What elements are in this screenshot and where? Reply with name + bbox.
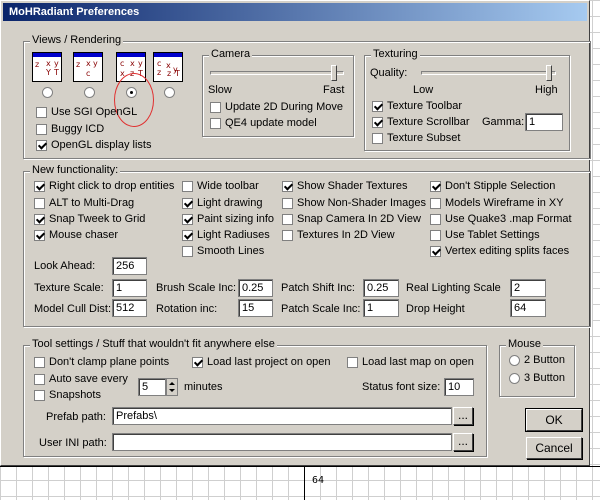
patch-scale-input[interactable]: 1	[363, 299, 399, 317]
spin-down-icon[interactable]	[169, 389, 175, 392]
quality-high-label: High	[535, 84, 558, 96]
grid-coordinate-label: 64	[312, 475, 325, 486]
model-cull-dist-input[interactable]: 512	[112, 299, 147, 317]
texture-subset-checkbox[interactable]: Texture Subset	[372, 132, 460, 144]
load-last-map-checkbox[interactable]: Load last map on open	[347, 356, 474, 368]
mouse-2-button-radio[interactable]: 2 Button	[509, 354, 565, 366]
autosave-minutes-spinner[interactable]	[166, 378, 178, 396]
patch-shift-label: Patch Shift Inc:	[281, 282, 355, 294]
view-layout-1-icon[interactable]: zxyYT	[32, 52, 62, 82]
show-non-shader-images-checkbox[interactable]: Show Non-Shader Images	[282, 197, 426, 209]
vertex-editing-splits-faces-checkbox[interactable]: Vertex editing splits faces	[430, 245, 569, 257]
camera-slow-label: Slow	[208, 84, 232, 96]
texture-quality-slider[interactable]	[546, 65, 552, 81]
dont-clamp-plane-points-checkbox[interactable]: Don't clamp plane points	[34, 356, 169, 368]
brush-scale-input[interactable]: 0.25	[238, 279, 273, 297]
gamma-label: Gamma:	[482, 116, 525, 128]
mouse-legend: Mouse	[506, 338, 544, 350]
window-title[interactable]: MoHRadiant Preferences	[3, 3, 587, 21]
opengl-display-lists-checkbox[interactable]: OpenGL display lists	[36, 139, 151, 151]
view-layout-2-icon[interactable]: zxyc	[73, 52, 103, 82]
mouse-3-button-radio[interactable]: 3 Button	[509, 372, 565, 384]
rotation-inc-input[interactable]: 15	[238, 299, 273, 317]
mouse-chaser-checkbox[interactable]: Mouse chaser	[34, 229, 118, 241]
real-lighting-scale-label: Real Lighting Scale	[406, 282, 501, 294]
models-wireframe-xy-checkbox[interactable]: Models Wireframe in XY	[430, 197, 564, 209]
view-layout-4-icon[interactable]: cxyzzT	[153, 52, 183, 82]
camera-speed-slider[interactable]	[331, 65, 337, 81]
autosave-minutes-input[interactable]: 5	[138, 378, 166, 396]
texture-quality-slider-track	[421, 71, 556, 75]
smooth-lines-checkbox[interactable]: Smooth Lines	[182, 245, 264, 257]
real-lighting-scale-input[interactable]: 2	[510, 279, 546, 297]
use-quake3-map-format-checkbox[interactable]: Use Quake3 .map Format	[430, 213, 572, 225]
quality-low-label: Low	[413, 84, 434, 96]
grid-axis-horizontal	[0, 466, 600, 467]
snapshots-checkbox[interactable]: Snapshots	[34, 389, 101, 401]
highlight-annotation	[114, 73, 154, 127]
status-font-size-label: Status font size:	[362, 381, 441, 393]
light-drawing-checkbox[interactable]: Light drawing	[182, 197, 262, 209]
preferences-dialog: MoHRadiant Preferences Views / Rendering…	[0, 0, 591, 466]
view-layout-4-radio[interactable]	[164, 87, 179, 98]
view-layout-1-radio[interactable]	[42, 87, 57, 98]
views-rendering-legend: Views / Rendering	[30, 34, 124, 46]
use-sgi-opengl-checkbox[interactable]: Use SGI OpenGL	[36, 106, 137, 118]
alt-multi-drag-checkbox[interactable]: ALT to Multi-Drag	[34, 197, 134, 209]
view-layout-2-radio[interactable]	[84, 87, 99, 98]
look-ahead-input[interactable]: 256	[112, 257, 147, 275]
tool-settings-legend: Tool settings / Stuff that wouldn't fit …	[30, 338, 277, 350]
right-click-drop-entities-checkbox[interactable]: Right click to drop entities	[34, 180, 174, 192]
show-shader-textures-checkbox[interactable]: Show Shader Textures	[282, 180, 407, 192]
load-last-project-checkbox[interactable]: Load last project on open	[192, 356, 331, 368]
snap-tweek-to-grid-checkbox[interactable]: Snap Tweek to Grid	[34, 213, 145, 225]
textures-2d-view-checkbox[interactable]: Textures In 2D View	[282, 229, 395, 241]
texture-toolbar-checkbox[interactable]: Texture Toolbar	[372, 100, 462, 112]
prefab-path-label: Prefab path:	[46, 411, 106, 423]
update-2d-during-move-checkbox[interactable]: Update 2D During Move	[210, 101, 343, 113]
user-ini-path-input[interactable]	[112, 433, 452, 451]
prefab-browse-button[interactable]: ...	[453, 407, 473, 425]
drop-height-label: Drop Height	[406, 303, 465, 315]
minutes-label: minutes	[184, 381, 223, 393]
status-font-size-input[interactable]: 10	[444, 378, 474, 396]
camera-fast-label: Fast	[323, 84, 345, 96]
dont-stipple-selection-checkbox[interactable]: Don't Stipple Selection	[430, 180, 555, 192]
camera-legend: Camera	[209, 48, 253, 60]
drop-height-input[interactable]: 64	[510, 299, 546, 317]
new-functionality-legend: New functionality:	[30, 164, 121, 176]
mouse-group: Mouse	[499, 338, 575, 397]
look-ahead-label: Look Ahead:	[34, 260, 96, 272]
texture-scrollbar-checkbox[interactable]: Texture Scrollbar	[372, 116, 470, 128]
texture-scale-input[interactable]: 1	[112, 279, 147, 297]
cancel-button[interactable]: Cancel	[526, 437, 582, 459]
ok-button[interactable]: OK	[525, 408, 583, 432]
quality-label: Quality:	[370, 67, 408, 79]
rotation-inc-label: Rotation inc:	[156, 303, 218, 315]
texture-scale-label: Texture Scale:	[34, 282, 104, 294]
buggy-icd-checkbox[interactable]: Buggy ICD	[36, 123, 104, 135]
use-tablet-settings-checkbox[interactable]: Use Tablet Settings	[430, 229, 540, 241]
brush-scale-label: Brush Scale Inc:	[156, 282, 237, 294]
auto-save-checkbox[interactable]: Auto save every	[34, 373, 128, 385]
gamma-input[interactable]: 1	[525, 113, 563, 131]
texturing-legend: Texturing	[371, 48, 420, 60]
wide-toolbar-checkbox[interactable]: Wide toolbar	[182, 180, 259, 192]
spin-up-icon[interactable]	[169, 382, 175, 385]
model-cull-dist-label: Model Cull Dist:	[34, 303, 112, 315]
paint-sizing-info-checkbox[interactable]: Paint sizing info	[182, 213, 274, 225]
light-radiuses-checkbox[interactable]: Light Radiuses	[182, 229, 270, 241]
patch-scale-label: Patch Scale Inc:	[281, 303, 361, 315]
patch-shift-input[interactable]: 0.25	[363, 279, 399, 297]
snap-camera-2d-view-checkbox[interactable]: Snap Camera In 2D View	[282, 213, 421, 225]
user-ini-browse-button[interactable]: ...	[453, 433, 473, 451]
user-ini-path-label: User INI path:	[39, 437, 107, 449]
qe4-update-model-checkbox[interactable]: QE4 update model	[210, 117, 317, 129]
camera-speed-slider-track	[210, 71, 344, 75]
prefab-path-input[interactable]: Prefabs\	[112, 407, 452, 425]
